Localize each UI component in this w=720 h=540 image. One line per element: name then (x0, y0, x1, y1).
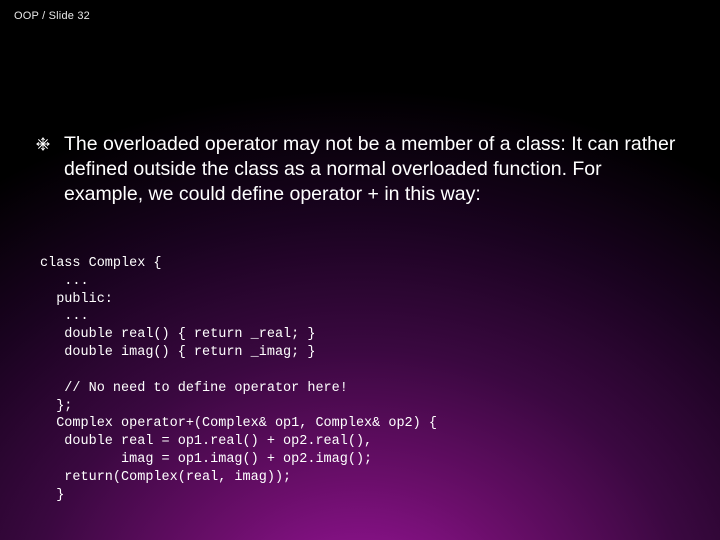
slide-body: The overloaded operator may not be a mem… (36, 132, 680, 207)
slide-header: OOP / Slide 32 (14, 10, 90, 22)
bullet-item: The overloaded operator may not be a mem… (36, 132, 680, 207)
slide-header-text: OOP / Slide 32 (14, 10, 90, 22)
bullet-text: The overloaded operator may not be a mem… (64, 132, 680, 207)
code-block: class Complex { ... public: ... double r… (40, 255, 680, 504)
slide: OOP / Slide 32 (0, 0, 720, 540)
snowflake-icon (36, 137, 50, 151)
